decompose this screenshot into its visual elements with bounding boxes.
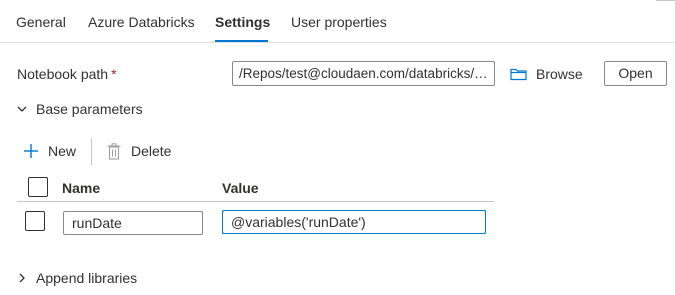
tab-settings[interactable]: Settings	[215, 14, 270, 30]
required-indicator: *	[111, 66, 117, 82]
active-tab-indicator	[215, 40, 268, 42]
value-column-header: Value	[222, 180, 259, 196]
browse-label: Browse	[536, 66, 583, 82]
parameters-table-header: Name Value	[17, 172, 494, 202]
trash-icon	[107, 142, 121, 160]
new-button[interactable]: New	[24, 141, 76, 161]
browse-button[interactable]: Browse	[510, 64, 583, 84]
divider	[656, 0, 675, 1]
base-parameters-toggle[interactable]: Base parameters	[17, 101, 143, 117]
plus-icon	[24, 144, 38, 158]
tab-azure-databricks[interactable]: Azure Databricks	[88, 14, 195, 30]
select-all-checkbox[interactable]	[28, 177, 48, 197]
append-libraries-toggle[interactable]: Append libraries	[17, 270, 137, 286]
tab-user-properties[interactable]: User properties	[291, 14, 387, 30]
name-column-header: Name	[62, 180, 101, 196]
notebook-path-label-text: Notebook path	[17, 66, 109, 82]
append-libraries-title: Append libraries	[36, 270, 138, 286]
row-select-checkbox[interactable]	[25, 211, 45, 231]
parameter-value-input[interactable]: @variables('runDate')	[222, 210, 486, 234]
toolbar-divider	[91, 138, 92, 165]
notebook-path-label: Notebook path *	[17, 66, 117, 82]
folder-icon	[510, 68, 527, 81]
parameter-name-input[interactable]: runDate	[63, 211, 203, 235]
base-parameters-title: Base parameters	[36, 101, 143, 117]
delete-button[interactable]: Delete	[107, 141, 171, 161]
tab-general[interactable]: General	[16, 14, 66, 30]
open-button[interactable]: Open	[604, 61, 667, 86]
notebook-path-input[interactable]: /Repos/test@cloudaen.com/databricks/u...	[232, 61, 495, 86]
chevron-right-icon	[19, 273, 25, 283]
tab-bar: General Azure Databricks Settings User p…	[0, 0, 675, 43]
new-label: New	[48, 143, 77, 159]
chevron-down-icon	[17, 106, 27, 112]
delete-label: Delete	[131, 143, 172, 159]
